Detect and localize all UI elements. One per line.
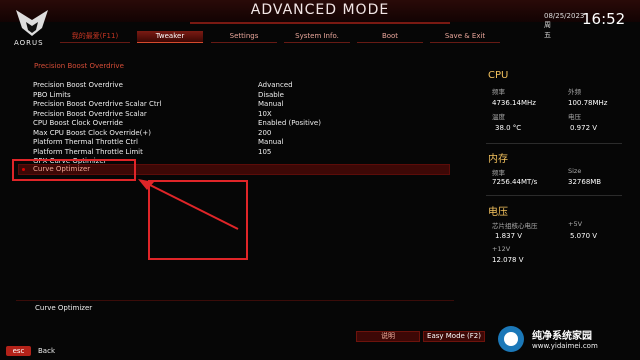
setting-label: Max CPU Boost Clock Override(+) [33,128,151,137]
voltage-core-label: 芯片组核心电压 [492,222,538,230]
cpu-panel: CPU 频率 4736.14MHz 外频 100.78MHz 温度 38.0 °… [488,70,616,148]
watermark-text: 纯净系统家园 [532,331,592,342]
voltage-5v-label: +5V [568,220,583,228]
setting-row[interactable]: Precision Boost Overdrive Advanced [33,81,453,90]
cpu-temp-label: 温度 [492,113,505,121]
setting-row[interactable]: Platform Thermal Throttle Limit 105 [33,148,453,157]
tab-system-info[interactable]: System Info. [284,31,350,43]
setting-value: Enabled (Positive) [258,119,321,127]
memory-title: 内存 [488,154,508,165]
memory-panel: 内存 频率 7256.44MT/s Size 32768MB [488,150,616,194]
setting-label: PBO Limits [33,90,71,99]
setting-value: Manual [258,138,284,146]
memory-freq-value: 7256.44MT/s [492,178,538,186]
cpu-freq-label: 频率 [492,88,505,96]
help-button[interactable]: 说明 [356,331,420,342]
tab-save-exit[interactable]: Save & Exit [430,31,500,43]
setting-label: Precision Boost Overdrive [33,81,123,89]
clock: 16:52 [582,10,626,28]
annotation-arrow-icon [138,179,239,230]
tab-favorites[interactable]: 我的最爱(F11) [60,31,130,43]
easy-mode-button[interactable]: Easy Mode (F2) [423,331,485,342]
annotation-highlight-box [12,159,136,181]
esc-key-badge[interactable]: esc [6,346,31,356]
bios-screen: ADVANCED MODE AORUS 08/25/2023 周五 16:52 … [0,0,640,360]
weekday-text: 周五 [544,21,551,39]
date-text: 08/25/2023 [544,12,585,20]
memory-size-label: Size [568,167,582,175]
tab-boot[interactable]: Boot [357,31,423,43]
setting-label: Precision Boost Overdrive Scalar Ctrl [33,100,162,108]
cpu-ext-value: 100.78MHz [568,99,608,107]
setting-row[interactable]: PBO Limits Disable [33,91,453,100]
watermark: 纯净系统家园 www.yidaimei.com [496,324,634,356]
voltage-panel: 电压 芯片组核心电压 1.837 V +5V 5.070 V +12V 12.0… [488,203,616,269]
cpu-ext-label: 外频 [568,88,581,96]
setting-label: CPU Boost Clock Override [33,119,123,127]
memory-freq-label: 频率 [492,169,505,177]
help-description: Curve Optimizer [35,304,93,312]
voltage-12v-value: 12.078 V [492,256,524,264]
cpu-title: CPU [488,70,509,81]
panel-divider [486,143,622,144]
setting-label: Platform Thermal Throttle Limit [33,147,143,156]
setting-row[interactable]: CPU Boost Clock Override Enabled (Positi… [33,119,453,128]
tab-settings[interactable]: Settings [211,31,277,43]
setting-value: 10X [258,109,272,118]
setting-value: Advanced [258,81,293,89]
voltage-core-value: 1.837 V [495,232,523,240]
setting-label: Platform Thermal Throttle Ctrl [33,138,138,146]
tab-bar: 我的最爱(F11) Tweaker Settings System Info. … [60,31,500,43]
logo-text: AORUS [14,39,44,47]
watermark-logo-icon [498,326,524,352]
setting-value: 105 [258,147,272,156]
cpu-freq-value: 4736.14MHz [492,99,536,107]
voltage-title: 电压 [488,207,508,218]
setting-row[interactable]: Max CPU Boost Clock Override(+) 200 [33,129,453,138]
setting-row[interactable]: Precision Boost Overdrive Scalar Ctrl Ma… [33,100,453,109]
voltage-5v-value: 5.070 V [570,232,598,240]
page-title: ADVANCED MODE [250,2,390,18]
section-title: Precision Boost Overdrive [34,62,124,70]
voltage-12v-label: +12V [492,245,511,253]
setting-value: 200 [258,128,272,137]
setting-value: Disable [258,90,284,99]
setting-value: Manual [258,100,284,108]
back-label: Back [38,347,55,355]
watermark-url: www.yidaimei.com [532,342,598,350]
setting-row[interactable]: Precision Boost Overdrive Scalar 10X [33,110,453,119]
cpu-temp-value: 38.0 °C [495,124,522,132]
panel-divider [486,195,622,196]
footer-buttons: 说明 Easy Mode (F2) [356,331,486,342]
help-divider [16,300,454,301]
cpu-volt-value: 0.972 V [570,124,598,132]
cpu-volt-label: 电压 [568,113,581,121]
setting-row[interactable]: Platform Thermal Throttle Ctrl Manual [33,138,453,147]
memory-size-value: 32768MB [568,178,602,186]
setting-label: Precision Boost Overdrive Scalar [33,109,147,118]
tab-tweaker[interactable]: Tweaker [137,31,203,43]
